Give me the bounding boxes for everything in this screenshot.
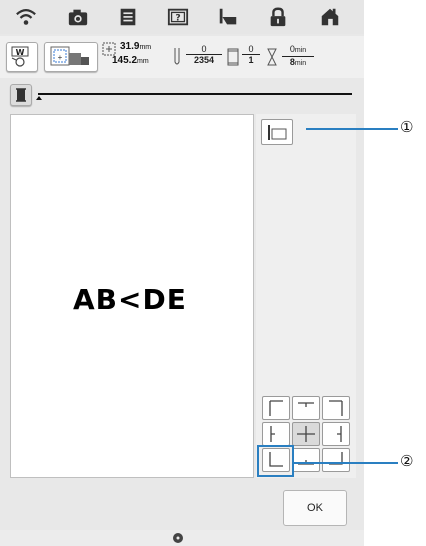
progress-marker [36,96,42,100]
top-bar: ? [0,0,364,34]
callout-line-1 [306,128,398,130]
document-icon[interactable] [116,5,140,29]
size-icon [102,42,116,56]
svg-text:+: + [58,53,63,62]
highlight-bottom-left [257,445,294,477]
start-bottom-right-button[interactable] [322,448,350,472]
stitch-count: 0 2354 [186,44,222,65]
spool-icon [227,48,239,66]
pattern-preview: AB<DE [73,283,187,316]
width-value: 31.9mm [120,41,152,52]
start-bottom-center-button[interactable] [292,448,320,472]
needle-position-button[interactable] [261,119,293,145]
thread-color-bar [0,80,364,108]
start-top-center-button[interactable] [292,396,320,420]
time-remaining: 0min 8min [282,44,314,69]
edit-pattern-button[interactable]: W [6,42,38,72]
start-top-left-button[interactable] [262,396,290,420]
ok-button[interactable]: OK [283,490,347,526]
embroidery-screen: ? W + 31.9mm 145.2mm 0 2354 0 1 0min 8mi… [0,0,364,546]
lock-icon[interactable] [266,5,290,29]
home-icon[interactable] [318,5,342,29]
height-value: 145.2mm [112,55,149,66]
hoop-button[interactable]: + [44,42,98,72]
thread-icon[interactable] [216,5,240,29]
bottom-bar [0,530,364,546]
hourglass-icon [267,48,277,66]
thread-spool-button[interactable] [10,84,32,106]
start-middle-left-button[interactable] [262,422,290,446]
camera-icon[interactable] [66,5,90,29]
needle-icon [174,48,180,65]
svg-text:?: ? [175,13,180,24]
bobbin-icon [173,533,183,543]
color-count: 01 [242,44,260,65]
pattern-canvas: AB<DE [10,114,254,478]
callout-line-2 [294,462,398,464]
start-center-button[interactable] [292,422,320,446]
help-icon[interactable]: ? [166,5,190,29]
start-top-right-button[interactable] [322,396,350,420]
start-middle-right-button[interactable] [322,422,350,446]
wifi-icon[interactable] [14,5,38,29]
callout-number-1: ① [400,118,414,136]
thread-progress-line [38,93,352,95]
svg-text:W: W [16,48,25,57]
info-bar: W + 31.9mm 145.2mm 0 2354 0 1 0min 8min [0,36,364,78]
callout-number-2: ② [400,452,414,470]
